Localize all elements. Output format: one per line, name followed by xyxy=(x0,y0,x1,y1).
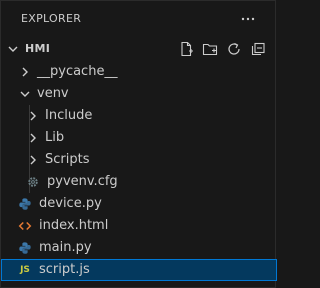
chevron-down-icon xyxy=(17,86,33,102)
chevron-right-icon xyxy=(25,130,41,146)
refresh-icon[interactable] xyxy=(223,40,245,58)
python-icon xyxy=(17,196,33,212)
tree-item-scripts[interactable]: Scripts xyxy=(1,149,277,171)
root-folder-header[interactable]: HMI xyxy=(1,37,277,61)
tree-item-label: device.py xyxy=(39,196,102,211)
tree-item-pycache[interactable]: __pycache__ xyxy=(1,61,277,83)
tree-item-label: pyvenv.cfg xyxy=(47,174,118,189)
new-folder-icon[interactable] xyxy=(199,40,221,58)
tree-item-index-html[interactable]: index.html xyxy=(1,215,277,237)
tree-item-label: script.js xyxy=(39,262,90,277)
tree-item-main-py[interactable]: main.py xyxy=(1,237,277,259)
explorer-title-bar: EXPLORER xyxy=(1,1,277,37)
tree-item-venv[interactable]: venv xyxy=(1,83,277,105)
html-icon xyxy=(17,218,33,234)
tree-item-label: Scripts xyxy=(45,152,90,167)
python-icon xyxy=(17,240,33,256)
tree-item-device-py[interactable]: device.py xyxy=(1,193,277,215)
ellipsis-icon[interactable] xyxy=(237,9,259,29)
tree-item-lib[interactable]: Lib xyxy=(1,127,277,149)
tree-item-label: __pycache__ xyxy=(37,64,118,79)
gear-icon xyxy=(25,174,41,190)
tree-item-label: venv xyxy=(37,86,69,101)
explorer-title: EXPLORER xyxy=(21,12,82,25)
root-actions xyxy=(175,40,269,58)
chevron-right-icon xyxy=(25,108,41,124)
chevron-right-icon xyxy=(17,64,33,80)
chevron-right-icon xyxy=(25,152,41,168)
tree-item-label: Include xyxy=(45,108,93,123)
tree-item-pyvenv-cfg[interactable]: pyvenv.cfg xyxy=(1,171,277,193)
explorer-panel: EXPLORER HMI __pycache__ venv Include Li… xyxy=(0,0,277,288)
tree-item-include[interactable]: Include xyxy=(1,105,277,127)
js-icon: JS xyxy=(20,265,30,275)
tree-item-label: main.py xyxy=(39,240,92,255)
root-folder-name: HMI xyxy=(25,42,51,55)
new-file-icon[interactable] xyxy=(175,40,197,58)
tree-item-script-js[interactable]: JS script.js xyxy=(1,259,277,281)
collapse-all-icon[interactable] xyxy=(247,40,269,58)
tree-item-label: index.html xyxy=(39,218,109,233)
tree-item-label: Lib xyxy=(45,130,65,145)
chevron-down-icon xyxy=(5,41,21,57)
